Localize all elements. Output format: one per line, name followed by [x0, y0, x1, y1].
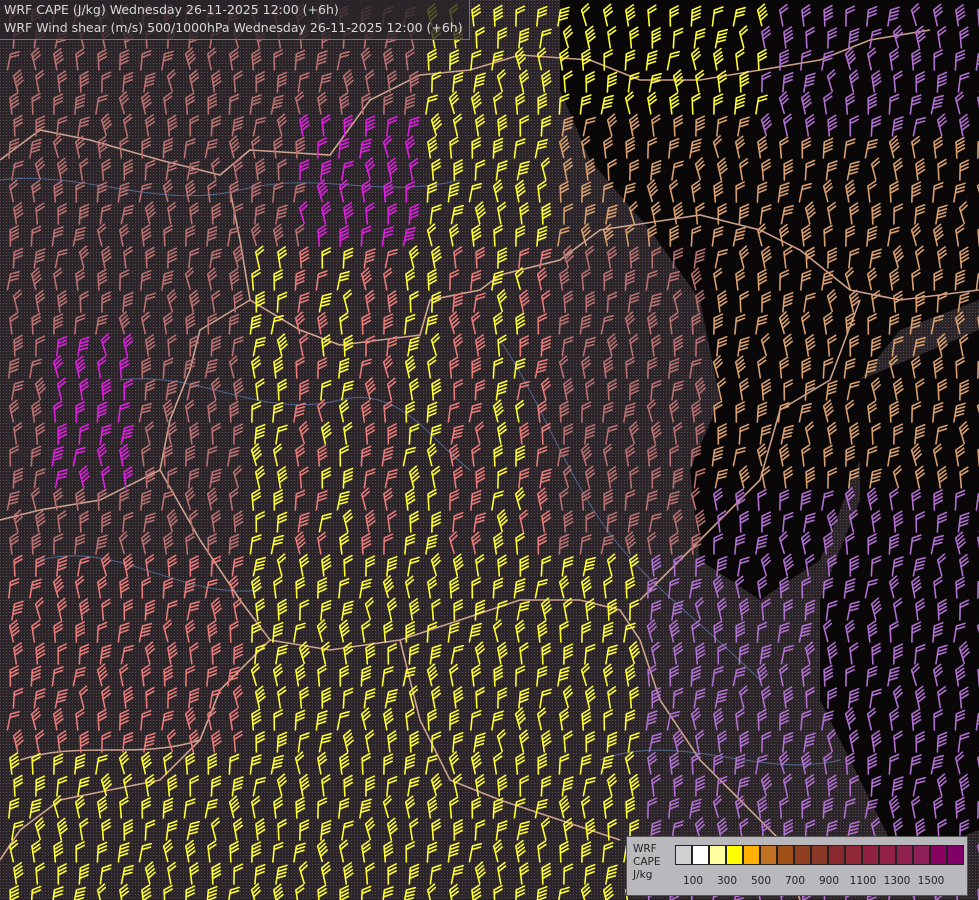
legend-swatch — [947, 845, 964, 865]
legend-tick-label: 700 — [784, 875, 806, 887]
legend-swatch — [879, 845, 896, 865]
cape-legend: WRF CAPE J/kg 100 300 500 700 900 1100 1300 150… — [626, 836, 968, 896]
legend-tick-label: 900 — [818, 875, 840, 887]
legend-swatch — [862, 845, 879, 865]
legend-swatch — [794, 845, 811, 865]
legend-swatch — [930, 845, 947, 865]
legend-swatch — [811, 845, 828, 865]
legend-tick-label: 1300 — [883, 875, 911, 887]
legend-tick-label: 300 — [716, 875, 738, 887]
legend-tick-label: 500 — [750, 875, 772, 887]
legend-swatch — [845, 845, 862, 865]
legend-swatch — [709, 845, 726, 865]
legend-tick-label: 1500 — [917, 875, 945, 887]
title-box: WRF CAPE (J/kg) Wednesday 26-11-2025 12:… — [0, 0, 470, 40]
legend-tick-label: 1100 — [849, 875, 877, 887]
title-wind-shear: WRF Wind shear (m/s) 500/1000hPa Wednesd… — [4, 20, 463, 35]
legend-swatch — [675, 845, 692, 865]
legend-swatch — [726, 845, 743, 865]
legend-swatch — [743, 845, 760, 865]
legend-swatch — [896, 845, 913, 865]
legend-label: WRF CAPE J/kg — [633, 843, 660, 882]
legend-label-unit: J/kg — [633, 869, 653, 881]
legend-label-cape: CAPE — [633, 856, 661, 868]
legend-tick-label: 100 — [682, 875, 704, 887]
title-cape: WRF CAPE (J/kg) Wednesday 26-11-2025 12:… — [4, 2, 339, 17]
legend-swatch — [828, 845, 845, 865]
legend-label-wrf: WRF — [633, 843, 657, 855]
map-canvas — [0, 0, 979, 900]
legend-swatch — [692, 845, 709, 865]
legend-swatch — [913, 845, 930, 865]
legend-swatch — [760, 845, 777, 865]
legend-swatch — [777, 845, 794, 865]
